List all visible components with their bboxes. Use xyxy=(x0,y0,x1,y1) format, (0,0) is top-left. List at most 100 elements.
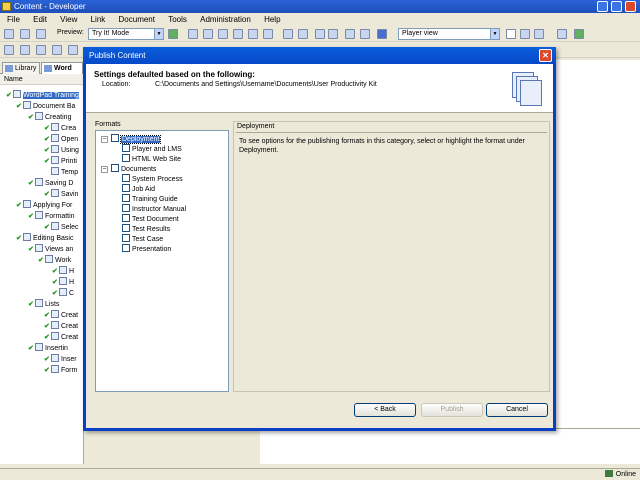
collapse-icon[interactable]: − xyxy=(101,136,108,143)
dialog-close-button[interactable]: ✕ xyxy=(539,49,552,62)
format-html-web-site[interactable]: HTML Web Site xyxy=(122,154,181,164)
format-documents[interactable]: Documents xyxy=(111,164,156,174)
menu-edit[interactable]: Edit xyxy=(29,13,51,26)
tree-item[interactable]: ✔ Work xyxy=(38,255,71,266)
format-instructor-manual[interactable]: Instructor Manual xyxy=(122,204,186,214)
tab-library[interactable]: Library xyxy=(2,62,40,74)
tree-item[interactable]: ✔ Creating xyxy=(28,112,71,123)
checkbox[interactable] xyxy=(122,174,130,182)
properties-icon[interactable] xyxy=(248,29,258,39)
folder-icon[interactable] xyxy=(557,29,567,39)
print-icon[interactable] xyxy=(36,29,46,39)
save-icon[interactable] xyxy=(20,29,30,39)
outline-icon[interactable] xyxy=(36,45,46,55)
publish-icon[interactable] xyxy=(20,45,30,55)
indent-icon[interactable] xyxy=(328,29,338,39)
checkbox[interactable] xyxy=(122,144,130,152)
outdent-icon[interactable] xyxy=(315,29,325,39)
tree-item[interactable]: ✔ Formattin xyxy=(28,211,75,222)
tree-item[interactable]: ✔ Inser xyxy=(44,354,77,365)
refresh-icon[interactable] xyxy=(574,29,584,39)
tree-item[interactable]: ✔ Using xyxy=(44,145,79,156)
tree-item[interactable]: Temp xyxy=(44,167,78,178)
find-icon[interactable] xyxy=(263,29,273,39)
close-window-button[interactable] xyxy=(625,1,636,12)
format-training-guide[interactable]: Training Guide xyxy=(122,194,178,204)
tree-item[interactable]: ✔ Selec xyxy=(44,222,79,233)
preview-mode-select[interactable]: Try It! Mode ▼ xyxy=(88,28,164,40)
menu-help[interactable]: Help xyxy=(260,13,284,26)
redo-icon[interactable] xyxy=(298,29,308,39)
library-icon[interactable] xyxy=(52,45,62,55)
checkbox[interactable] xyxy=(122,184,130,192)
tree-item[interactable]: ✔ Saving D xyxy=(28,178,73,189)
format-test-document[interactable]: Test Document xyxy=(122,214,179,224)
back-button[interactable]: < Back xyxy=(354,403,416,417)
menu-administration[interactable]: Administration xyxy=(196,13,255,26)
tree-item[interactable]: ✔ Lists xyxy=(28,299,59,310)
tree-item[interactable]: ✔ Printi xyxy=(44,156,77,167)
format-system-process[interactable]: System Process xyxy=(122,174,183,184)
filter-icon[interactable] xyxy=(360,29,370,39)
tree-item[interactable]: ✔ Form xyxy=(44,365,77,376)
help-icon[interactable] xyxy=(377,29,387,39)
format-test-case[interactable]: Test Case xyxy=(122,234,163,244)
menu-link[interactable]: Link xyxy=(87,13,110,26)
chevron-down-icon: ▼ xyxy=(154,29,163,39)
binoculars-icon[interactable] xyxy=(345,29,355,39)
checkbox[interactable] xyxy=(122,244,130,252)
tree-item[interactable]: ✔ Insertin xyxy=(28,343,68,354)
tree-item[interactable]: ✔ Crea xyxy=(44,123,76,134)
checkbox[interactable] xyxy=(122,154,130,162)
new-icon[interactable] xyxy=(4,45,14,55)
tree-item[interactable]: ✔ Creat xyxy=(44,332,78,343)
checkbox[interactable] xyxy=(122,204,130,212)
tree-item[interactable]: ✔ C xyxy=(52,288,74,299)
checkbox[interactable] xyxy=(122,234,130,242)
columns-icon[interactable] xyxy=(534,29,544,39)
tree-item[interactable]: ✔ Creat xyxy=(44,310,78,321)
publish-button[interactable]: Publish xyxy=(421,403,483,417)
cancel-button[interactable]: Cancel xyxy=(486,403,548,417)
tree-item[interactable]: ✔ Applying For xyxy=(16,200,72,211)
collapse-icon[interactable]: − xyxy=(101,166,108,173)
tab-word[interactable]: Word xyxy=(41,62,83,74)
view-mode-select[interactable]: Player view ▼ xyxy=(398,28,500,40)
play-icon[interactable] xyxy=(168,29,178,39)
format-job-aid[interactable]: Job Aid xyxy=(122,184,155,194)
delete-icon[interactable] xyxy=(233,29,243,39)
menu-document[interactable]: Document xyxy=(115,13,159,26)
tree-item[interactable]: ✔ Creat xyxy=(44,321,78,332)
checkbox[interactable] xyxy=(122,194,130,202)
paste-icon[interactable] xyxy=(218,29,228,39)
undo-icon[interactable] xyxy=(283,29,293,39)
tree-item[interactable]: ✔ H xyxy=(52,266,74,277)
tree-item[interactable]: ✔ Editing Basic xyxy=(16,233,73,244)
checkbox[interactable] xyxy=(111,134,119,142)
tree-item[interactable]: ✔ Document Ba xyxy=(16,101,75,112)
menu-view[interactable]: View xyxy=(56,13,81,26)
checkbox[interactable] xyxy=(111,164,119,172)
menu-file[interactable]: File xyxy=(3,13,24,26)
format-player-and-lms[interactable]: Player and LMS xyxy=(122,144,182,154)
tree-item[interactable]: ✔ Open xyxy=(44,134,78,145)
format-presentation[interactable]: Presentation xyxy=(122,244,171,254)
minimize-button[interactable] xyxy=(597,1,608,12)
checkbox[interactable] xyxy=(122,224,130,232)
tree-item[interactable]: ✔ Savin xyxy=(44,189,79,200)
tree-item[interactable]: ✔ H xyxy=(52,277,74,288)
maximize-button[interactable] xyxy=(611,1,622,12)
tree-item[interactable]: ✔ Views an xyxy=(28,244,73,255)
open-icon[interactable] xyxy=(4,29,14,39)
format-deployment[interactable]: Deployment xyxy=(111,134,162,144)
split-view-icon[interactable] xyxy=(520,29,530,39)
tree-item[interactable]: ✔ WordPad Training xyxy=(6,90,79,101)
menu-tools[interactable]: Tools xyxy=(164,13,191,26)
format-test-results[interactable]: Test Results xyxy=(122,224,170,234)
checkbox[interactable] xyxy=(122,214,130,222)
export-icon[interactable] xyxy=(68,45,78,55)
layout-icon[interactable] xyxy=(506,29,516,39)
cut-icon[interactable] xyxy=(188,29,198,39)
name-column-header[interactable]: Name xyxy=(0,74,83,85)
copy-icon[interactable] xyxy=(203,29,213,39)
